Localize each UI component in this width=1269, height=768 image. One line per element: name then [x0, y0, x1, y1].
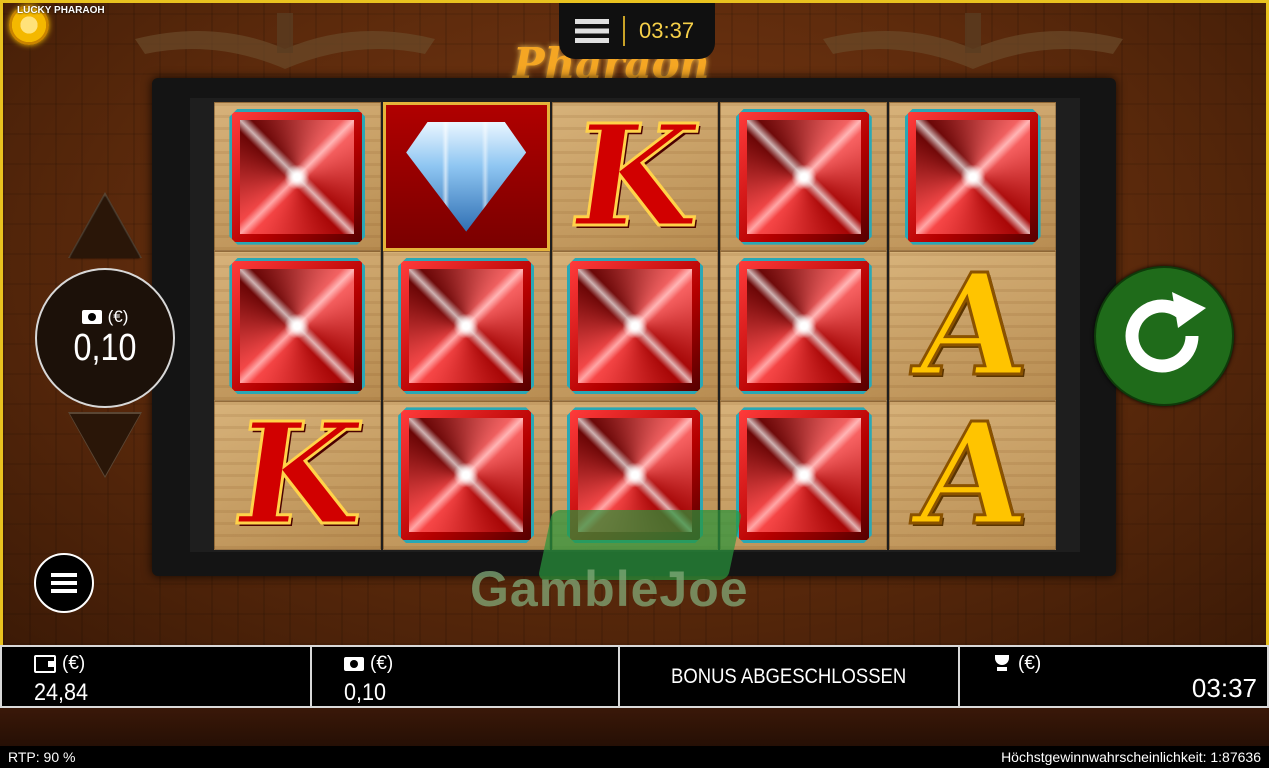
diamond-icon [406, 121, 527, 232]
red-gem-icon [398, 257, 535, 394]
reel-symbol-cell [214, 102, 381, 252]
red-gem-icon [904, 108, 1041, 245]
king-k-icon: K [224, 392, 372, 559]
menu-line [51, 581, 77, 585]
bet-value: 0,10 [73, 326, 137, 369]
logo-text: LUCKY PHARAOH [17, 5, 105, 16]
merkur-logo: LUCKY PHARAOH [9, 5, 105, 45]
reel-2 [382, 102, 550, 550]
reel-symbol-cell: A [889, 392, 1056, 559]
game-screen: Pharaoh LUCKY PHARAOH 03:37 KKAA (€) 0,1… [0, 0, 1269, 768]
menu-line [51, 573, 77, 577]
reel-symbol-cell [720, 102, 888, 252]
trophy-icon [992, 655, 1012, 673]
top-clock: 03:37 [639, 18, 695, 43]
winged-deity-left-icon [135, 13, 435, 69]
bottom-clock: 03:37 [1191, 673, 1257, 703]
bet-label: (€) [81, 306, 129, 327]
bet-panel-value: 0,10 [344, 679, 387, 706]
divider [623, 16, 625, 46]
reel-3: K [551, 93, 719, 550]
red-gem-icon [229, 257, 366, 394]
ace-a-icon: A [905, 242, 1040, 409]
reel-grid: K K AA [214, 93, 1056, 559]
win-label: (€) [992, 653, 1041, 675]
bet-decrease-arrow-icon[interactable] [70, 414, 140, 476]
wallet-icon [34, 655, 56, 673]
bet-panel: (€) 0,10 [312, 647, 620, 706]
menu-line [51, 589, 77, 593]
red-gem-icon [566, 257, 703, 394]
bet-increase-arrow-icon[interactable] [70, 196, 140, 258]
winged-deity-right-icon [823, 13, 1123, 69]
banknote-icon [344, 657, 364, 671]
red-gem-icon [735, 257, 872, 394]
red-gem-icon [398, 407, 535, 544]
reel-symbol-cell: K [551, 93, 719, 260]
footer-strip: RTP: 90 % Höchstgewinnwahrscheinlichkeit… [0, 746, 1269, 768]
bet-panel-currency: (€) [370, 653, 394, 674]
bet-panel-label: (€) [344, 653, 393, 675]
reel-symbol-cell [551, 251, 719, 401]
reel-symbol-cell [382, 251, 550, 401]
balance-currency: (€) [62, 653, 86, 674]
reel-symbol-cell: A [889, 242, 1056, 409]
bet-display[interactable]: (€) 0,10 [35, 268, 175, 408]
ace-a-icon: A [905, 392, 1040, 559]
spin-arrow-icon [1125, 292, 1206, 373]
reel-symbol-cell [720, 400, 888, 550]
red-gem-icon [229, 108, 366, 245]
rtp-text: RTP: 90 % [8, 749, 76, 765]
hamburger-menu-icon[interactable] [575, 17, 609, 45]
king-k-icon: K [561, 93, 709, 260]
message-panel: BONUS ABGESCHLOSSEN [620, 647, 960, 706]
reel-symbol-cell [382, 400, 550, 550]
balance-panel: (€) 24,84 [2, 647, 312, 706]
reel-1: K [214, 102, 381, 559]
reel-5: AA [889, 102, 1056, 559]
balance-value: 24,84 [34, 679, 89, 706]
reel-symbol-cell: K [214, 392, 381, 559]
bet-currency: (€) [107, 306, 129, 326]
reel-4 [720, 102, 888, 550]
top-menu-pill[interactable]: 03:37 [559, 3, 715, 59]
menu-button[interactable] [34, 553, 94, 613]
watermark-text: GambleJoe [470, 561, 749, 617]
status-message: BONUS ABGESCHLOSSEN [671, 664, 907, 688]
red-gem-icon [735, 407, 872, 544]
win-panel: (€) 03:37 [960, 647, 1267, 706]
reel-symbol-cell [720, 251, 888, 401]
status-bar: (€) 24,84 (€) 0,10 BONUS ABGESCHLOSSEN (… [0, 645, 1269, 708]
reel-symbol-cell [889, 102, 1056, 252]
reel-symbol-cell [214, 251, 381, 401]
red-gem-icon [735, 108, 872, 245]
banknote-icon [81, 309, 102, 324]
reel-symbol-cell [382, 102, 550, 252]
spin-button[interactable] [1094, 266, 1234, 406]
max-win-probability-text: Höchstgewinnwahrscheinlichkeit: 1:87636 [1001, 749, 1261, 765]
balance-label: (€) [34, 653, 85, 675]
win-currency: (€) [1018, 653, 1042, 674]
